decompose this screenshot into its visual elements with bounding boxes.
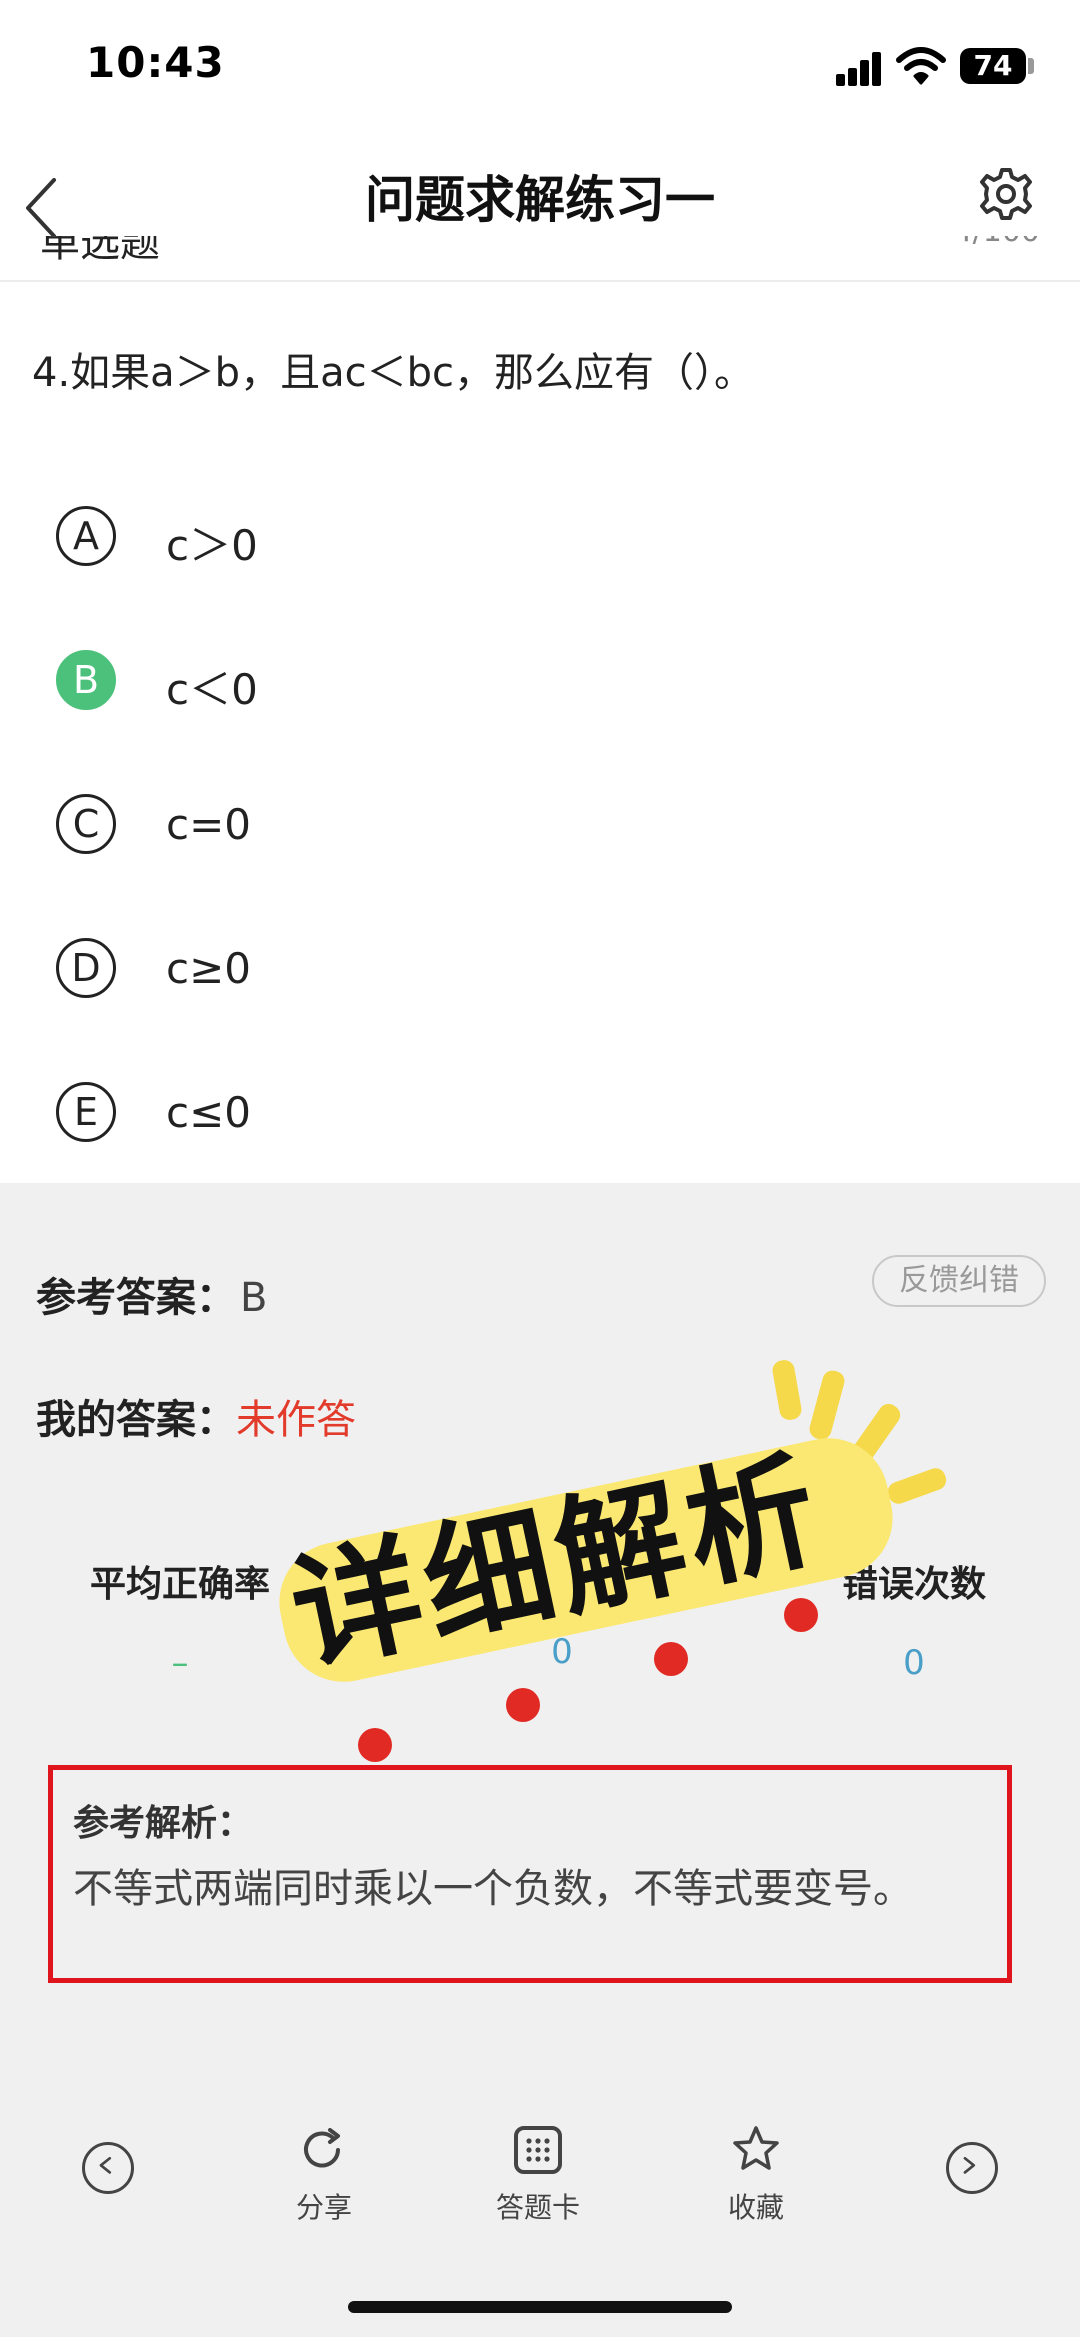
- option-letter: E: [56, 1082, 116, 1142]
- favorite-button[interactable]: 收藏: [676, 2120, 836, 2226]
- favorite-label: 收藏: [727, 2191, 784, 2224]
- option-a[interactable]: A c＞0: [0, 476, 1080, 596]
- analysis-box: 参考解析： 不等式两端同时乘以一个负数，不等式要变号。: [48, 1765, 1012, 1983]
- option-text: c＞0: [166, 521, 258, 570]
- option-text: c≤0: [166, 1088, 252, 1137]
- battery-tip: [1028, 58, 1034, 74]
- question-type-header: 单选题 4/100: [0, 236, 1080, 282]
- reference-answer-label: 参考答案：: [36, 1275, 236, 1321]
- option-b[interactable]: B c＜0: [0, 620, 1080, 740]
- option-letter: C: [56, 794, 116, 854]
- page-title: 问题求解练习一: [365, 171, 715, 229]
- sticker-dot: [654, 1642, 688, 1676]
- detailed-analysis-sticker: 详细解析: [256, 1358, 956, 1770]
- prev-button[interactable]: [82, 2142, 134, 2194]
- star-icon: [733, 2126, 779, 2170]
- feedback-button[interactable]: 反馈纠错: [872, 1255, 1046, 1307]
- sticker-text: 详细解析: [279, 1434, 836, 1692]
- reference-answer: 参考答案： B: [36, 1265, 267, 1323]
- my-answer-label: 我的答案：: [36, 1397, 236, 1443]
- status-time: 10:43: [86, 38, 225, 87]
- bottom-toolbar: 分享 答题卡 收藏: [0, 2100, 1080, 2240]
- question-type: 单选题: [40, 236, 160, 266]
- option-letter-correct: B: [56, 650, 116, 710]
- next-button[interactable]: [946, 2142, 998, 2194]
- option-e[interactable]: E c≤0: [0, 1052, 1080, 1172]
- option-d[interactable]: D c≥0: [0, 908, 1080, 1028]
- reference-answer-value: B: [240, 1275, 268, 1321]
- sticker-dot: [506, 1688, 540, 1722]
- status-bar: 10:43 74: [0, 0, 1080, 140]
- analysis-label: 参考解析：: [73, 1803, 254, 1844]
- option-letter: A: [56, 506, 116, 566]
- option-letter: D: [56, 938, 116, 998]
- option-text: c≥0: [166, 944, 252, 993]
- share-label: 分享: [295, 2191, 352, 2224]
- question-progress: 4/100: [954, 236, 1040, 249]
- analysis-text: 不等式两端同时乘以一个负数，不等式要变号。: [73, 1866, 913, 1912]
- answer-card-button[interactable]: 答题卡: [458, 2120, 618, 2226]
- signal-icon: [836, 52, 882, 86]
- sticker-dot: [784, 1598, 818, 1632]
- share-button[interactable]: 分享: [244, 2120, 404, 2226]
- grid-icon: [514, 2126, 562, 2174]
- gear-icon[interactable]: [976, 164, 1036, 224]
- chevron-left-icon: [99, 2156, 112, 2174]
- option-c[interactable]: C c=0: [0, 764, 1080, 884]
- option-text: c＜0: [166, 665, 258, 714]
- home-indicator[interactable]: [348, 2301, 732, 2313]
- answer-card-label: 答题卡: [495, 2191, 580, 2224]
- sticker-dot: [358, 1728, 392, 1762]
- share-icon: [304, 2128, 340, 2168]
- chevron-right-icon: [963, 2156, 976, 2174]
- option-text: c=0: [166, 800, 252, 849]
- battery-icon: 74: [960, 48, 1026, 84]
- wifi-icon: [896, 47, 946, 85]
- question-text: 4.如果a＞b，且ac＜bc，那么应有（）。: [32, 350, 754, 396]
